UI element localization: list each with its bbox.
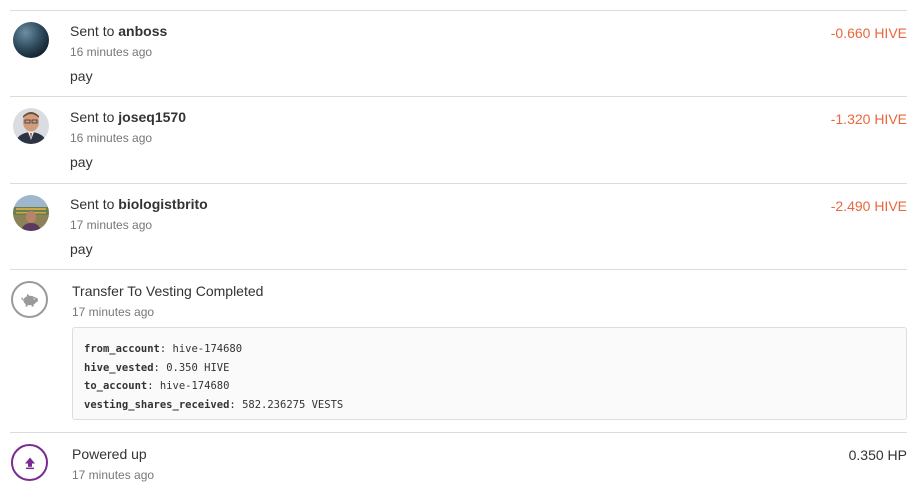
amount: -2.490 HIVE: [830, 198, 907, 214]
operation-details: from_account: hive-174680 hive_vested: 0…: [72, 327, 907, 420]
transfer-prefix: Sent to: [70, 196, 115, 212]
detail-row: from_account: hive-174680: [84, 343, 243, 355]
recipient-link[interactable]: biologistbrito: [118, 196, 207, 212]
memo: pay: [70, 241, 93, 257]
detail-value: 0.350 HIVE: [166, 361, 230, 374]
timestamp: 16 minutes ago: [70, 45, 153, 59]
detail-value: 582.236275 VESTS: [242, 398, 344, 411]
operation-icon: [11, 444, 48, 481]
transaction-title: Sent to anboss: [70, 23, 167, 39]
detail-row: to_account: hive-174680: [84, 380, 230, 392]
detail-value: hive-174680: [172, 343, 243, 355]
transfer-prefix: Sent to: [70, 23, 115, 39]
detail-value: hive-174680: [159, 380, 230, 392]
detail-key: from_account: [84, 343, 160, 355]
detail-row: hive_vested: 0.350 HIVE: [84, 361, 230, 374]
piggy-bank-icon: [20, 293, 38, 307]
detail-key: vesting_shares_received: [84, 398, 230, 411]
avatar[interactable]: [13, 108, 49, 144]
power-up-row: Powered up 17 minutes ago 0.350 HP: [10, 432, 907, 495]
operation-title: Powered up: [72, 446, 147, 462]
detail-key: hive_vested: [84, 361, 154, 374]
transaction-list: Sent to anboss 16 minutes ago pay -0.660…: [0, 0, 917, 494]
amount: -1.320 HIVE: [830, 111, 907, 127]
transfer-prefix: Sent to: [70, 109, 115, 125]
timestamp: 17 minutes ago: [70, 218, 153, 232]
vesting-row: Transfer To Vesting Completed 17 minutes…: [10, 269, 907, 433]
avatar[interactable]: [13, 22, 49, 58]
transaction-title: Sent to biologistbrito: [70, 196, 208, 212]
recipient-link[interactable]: anboss: [118, 23, 167, 39]
memo: pay: [70, 154, 93, 170]
memo: pay: [70, 68, 93, 84]
transaction-row: Sent to anboss 16 minutes ago pay -0.660…: [10, 10, 907, 97]
amount: 0.350 HP: [848, 447, 907, 463]
transaction-title: Sent to joseq1570: [70, 109, 186, 125]
transaction-row: Sent to joseq1570 16 minutes ago pay -1.…: [10, 96, 907, 184]
recipient-link[interactable]: joseq1570: [118, 109, 186, 125]
operation-icon: [11, 281, 48, 318]
operation-title: Transfer To Vesting Completed: [72, 283, 264, 299]
timestamp: 17 minutes ago: [72, 305, 155, 319]
timestamp: 16 minutes ago: [70, 131, 153, 145]
transaction-row: Sent to biologistbrito 17 minutes ago pa…: [10, 183, 907, 270]
detail-row: vesting_shares_received: 582.236275 VEST…: [84, 398, 344, 411]
detail-key: to_account: [84, 380, 148, 392]
avatar[interactable]: [13, 195, 49, 231]
amount: -0.660 HIVE: [830, 25, 907, 41]
arrow-up-icon: [24, 457, 35, 469]
timestamp: 17 minutes ago: [72, 468, 155, 482]
